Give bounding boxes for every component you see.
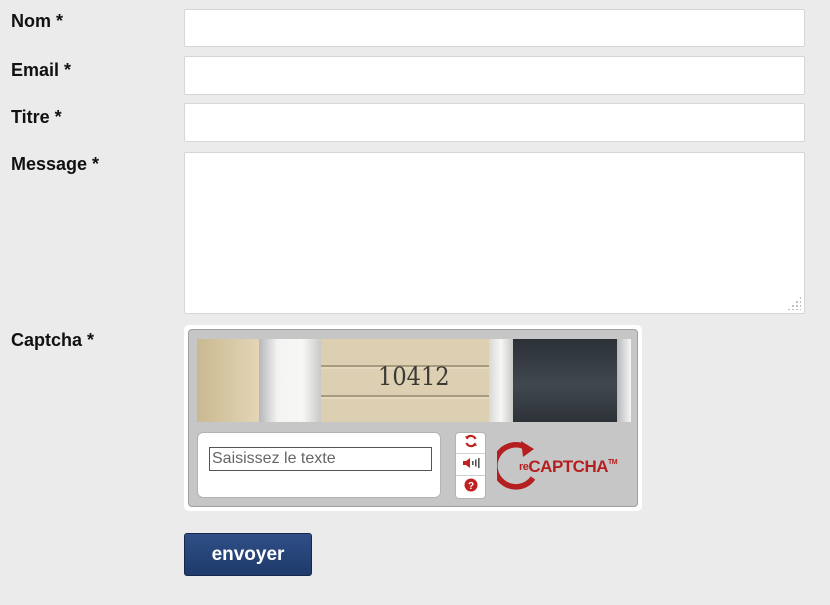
titre-input[interactable] (184, 103, 805, 142)
captcha-image-window (513, 339, 617, 422)
email-label: Email * (11, 60, 72, 80)
recaptcha-name: CAPTCHA (528, 457, 609, 476)
captcha-response-input[interactable] (209, 447, 432, 471)
captcha-label: Captcha * (11, 330, 95, 350)
refresh-icon (464, 434, 478, 453)
audio-icon (462, 456, 480, 474)
message-textarea[interactable] (184, 152, 805, 314)
recaptcha-logo: reCAPTCHATM (497, 438, 618, 494)
nom-input[interactable] (184, 9, 805, 47)
recaptcha-tm: TM (608, 459, 618, 466)
captcha-response-box (197, 432, 441, 498)
nom-label: Nom * (11, 11, 64, 31)
titre-label: Titre * (11, 107, 62, 127)
captcha-image-trim (489, 339, 513, 422)
refresh-button[interactable] (456, 433, 485, 454)
audio-button[interactable] (456, 455, 485, 476)
recaptcha-wordmark: reCAPTCHATM (519, 457, 618, 477)
recaptcha-panel: 10412 Saisissez le texte ? reCAPTCHATM (188, 329, 638, 507)
message-label: Message * (11, 154, 100, 174)
email-input[interactable] (184, 56, 805, 95)
recaptcha-re: re (519, 461, 529, 473)
captcha-image: 10412 (197, 339, 631, 422)
svg-text:?: ? (467, 481, 473, 492)
submit-button[interactable]: envoyer (184, 533, 312, 576)
recaptcha-widget: 10412 Saisissez le texte ? reCAPTCHATM (184, 325, 642, 511)
captcha-image-post (197, 339, 321, 422)
help-icon: ? (464, 478, 478, 497)
recaptcha-controls: ? (455, 432, 486, 499)
help-button[interactable]: ? (456, 477, 485, 498)
captcha-image-trim-right (617, 339, 631, 422)
captcha-image-number: 10412 (378, 362, 450, 391)
